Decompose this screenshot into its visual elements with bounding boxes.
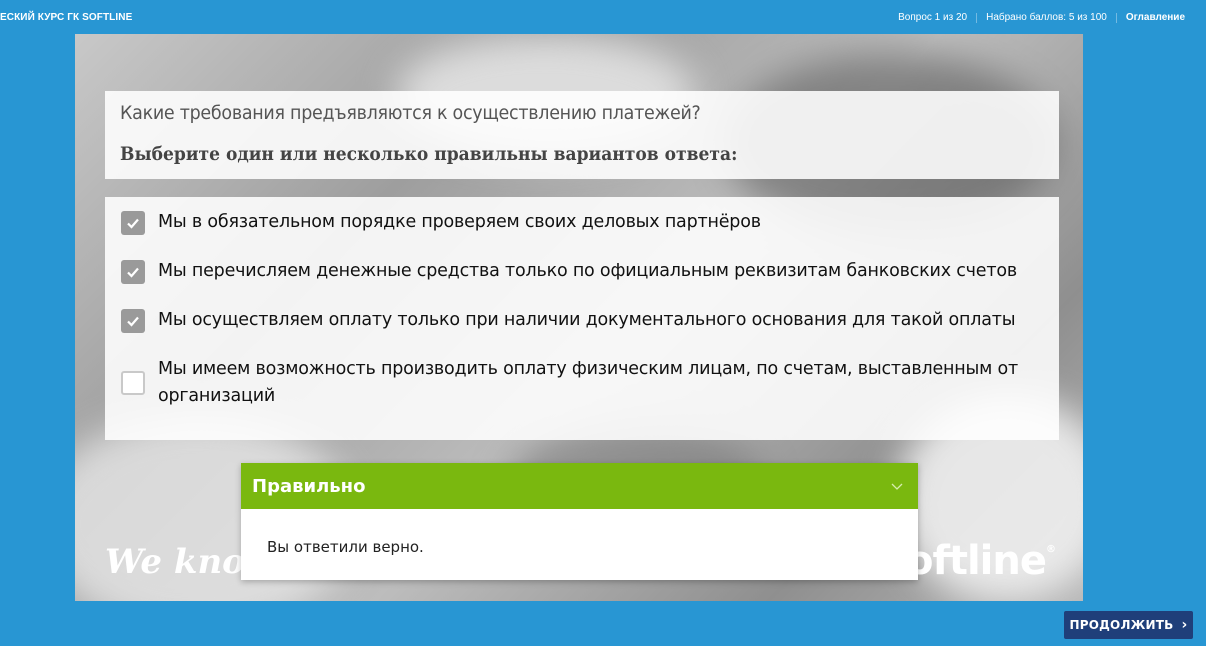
feedback-header[interactable]: Правильно [241,463,918,509]
checkmark-icon [127,267,139,278]
answer-option-3[interactable]: Мы осуществляем оплату только при наличи… [121,307,1016,334]
question-panel: Какие требования предъявляются к осущест… [105,91,1059,179]
topbar-status: Вопрос 1 из 20 Набрано баллов: 5 из 100 … [898,12,1185,23]
continue-button[interactable]: ПРОДОЛЖИТЬ › [1064,611,1193,639]
question-text: Какие требования предъявляются к осущест… [120,102,701,124]
checkbox-checked[interactable] [121,259,145,284]
answer-label: Мы в обязательном порядке проверяем свои… [158,212,761,232]
course-title: ЕСКИЙ КУРС ГК SOFTLINE [0,12,133,23]
score-label: Набрано баллов: 5 из 100 [986,12,1107,23]
checkbox-checked[interactable] [121,210,145,235]
divider [1115,12,1117,23]
feedback-popup: Правильно Вы ответили верно. [241,463,918,580]
checkmark-icon [127,316,139,327]
question-counter: Вопрос 1 из 20 [898,12,968,23]
answer-label: Мы перечисляем денежные средства только … [158,261,1017,281]
answer-label: Мы осуществляем оплату только при наличи… [158,310,1016,330]
slide-area: We know what softline® Какие требования … [75,34,1083,601]
top-bar: ЕСКИЙ КУРС ГК SOFTLINE Вопрос 1 из 20 На… [0,0,1206,34]
checkmark-icon [127,218,139,229]
answers-panel: Мы в обязательном порядке проверяем свои… [105,197,1059,440]
toc-link[interactable]: Оглавление [1126,12,1185,23]
continue-label: ПРОДОЛЖИТЬ [1069,618,1174,632]
chevron-right-icon: › [1181,617,1188,633]
question-instruction: Выберите один или несколько правильны ва… [120,143,738,165]
answer-option-1[interactable]: Мы в обязательном порядке проверяем свои… [121,209,761,236]
answer-option-2[interactable]: Мы перечисляем денежные средства только … [121,258,1017,285]
divider [976,12,978,23]
answer-label: Мы имеем возможность производить оплату … [158,359,1019,406]
feedback-message: Вы ответили верно. [267,538,424,556]
feedback-title: Правильно [252,476,366,497]
checkbox-checked[interactable] [121,308,145,333]
checkbox-unchecked[interactable] [121,371,145,395]
chevron-down-icon[interactable] [890,479,904,493]
answer-option-4[interactable]: Мы имеем возможность производить оплату … [121,356,1041,410]
